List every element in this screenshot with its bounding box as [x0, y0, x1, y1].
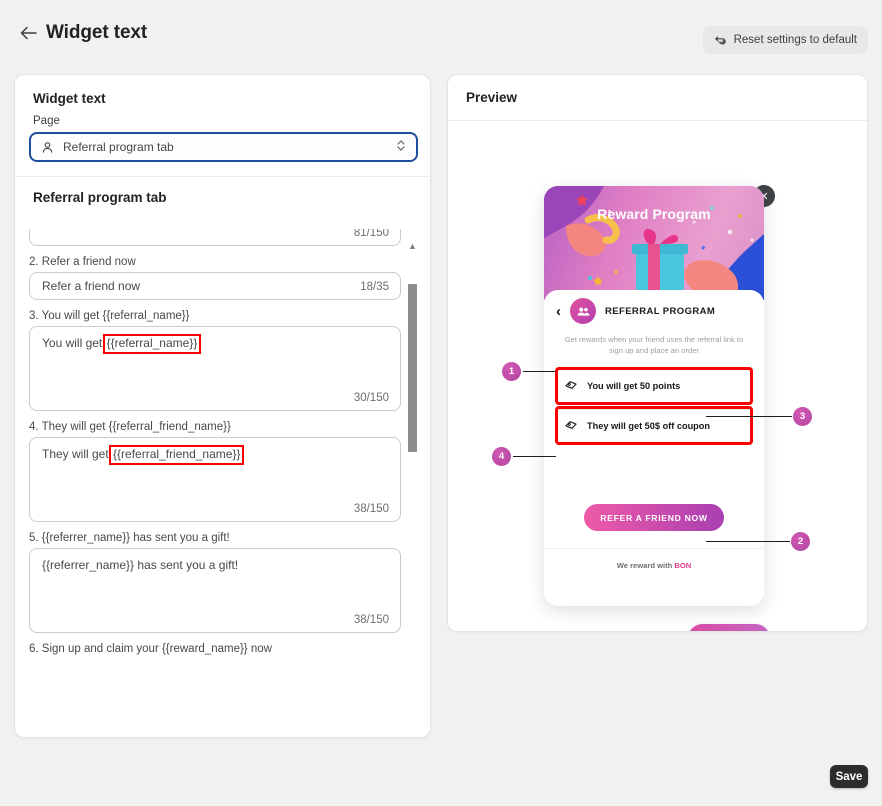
callout-leader-2: [706, 541, 790, 542]
field-4-counter: 38/150: [353, 503, 389, 515]
preview-heading: Preview: [448, 75, 867, 121]
refresh-icon: [714, 34, 727, 47]
reward-row-1: You will get 50 points: [555, 367, 753, 405]
field-3-input[interactable]: You will get {{referral_name}} 30/150: [29, 326, 401, 411]
banner-title: Reward Program: [597, 206, 711, 222]
person-icon: [41, 141, 54, 154]
preview-card: Preview ✕ Reward Program ‹ REFERRAL PROG…: [447, 74, 868, 632]
field-2-counter: 18/35: [360, 281, 389, 293]
widget-text-page: Widget text Reset settings to default Wi…: [0, 0, 882, 806]
widget-panel: ‹ REFERRAL PROGRAM Get rewards when your…: [544, 290, 764, 606]
field-3-counter: 30/150: [353, 392, 389, 404]
refer-a-friend-button[interactable]: REFER A FRIEND NOW: [584, 504, 724, 531]
preview-body: ✕ Reward Program ‹ REFERRAL PROGRAM Get …: [448, 121, 867, 631]
reward-row-2: They will get 50$ off coupon: [555, 406, 753, 445]
widget-title: REFERRAL PROGRAM: [605, 305, 716, 317]
field-5: 5. {{referrer_name}} has sent you a gift…: [29, 532, 401, 633]
fields-scroll-region[interactable]: 81/150 2. Refer a friend now Refer a fri…: [29, 229, 419, 737]
field-4-value-prefix: They will get: [42, 447, 113, 461]
callout-badge-4: 4: [492, 447, 511, 466]
reset-settings-button[interactable]: Reset settings to default: [702, 26, 868, 54]
back-arrow-icon[interactable]: [16, 21, 40, 45]
scroll-up-arrow-icon[interactable]: ▲: [408, 242, 417, 251]
field-1: 81/150: [29, 229, 401, 246]
top-bar: Widget text Reset settings to default: [0, 0, 882, 66]
field-3-label: 3. You will get {{referral_name}}: [29, 310, 190, 322]
tag-icon: [564, 378, 578, 394]
widget-footer-brand: BON: [674, 561, 692, 570]
chevron-left-icon[interactable]: ‹: [556, 303, 561, 320]
field-4: 4. They will get {{referral_friend_name}…: [29, 421, 401, 522]
field-4-highlighted-token: {{referral_friend_name}}: [109, 445, 245, 465]
field-6: 6. Sign up and claim your {{reward_name}…: [29, 643, 401, 655]
callout-leader-1: [523, 371, 556, 372]
reset-settings-label: Reset settings to default: [733, 34, 857, 46]
widget-footer-prefix: We reward with: [616, 561, 675, 570]
referral-widget: Reward Program ‹ REFERRAL PROGRAM Get re…: [544, 186, 764, 606]
callout-badge-3: 3: [793, 407, 812, 426]
field-5-value: {{referrer_name}} has sent you a gift!: [42, 558, 239, 572]
section-title: Referral program tab: [33, 190, 167, 205]
field-1-counter: 81/150: [353, 229, 389, 239]
page-select[interactable]: Referral program tab: [29, 132, 418, 162]
field-5-input[interactable]: {{referrer_name}} has sent you a gift! 3…: [29, 548, 401, 633]
field-4-label: 4. They will get {{referral_friend_name}…: [29, 421, 231, 433]
fields-scrollbar[interactable]: ▲ ▼: [406, 229, 419, 737]
widget-footer: We reward with BON: [544, 548, 764, 570]
field-3-highlighted-token: {{referral_name}}: [102, 334, 202, 354]
page-field-label: Page: [33, 115, 60, 127]
callout-badge-2: 2: [791, 532, 810, 551]
chevron-updown-icon: [396, 139, 406, 156]
field-2-value: Refer a friend now: [42, 279, 141, 293]
rewards-floating-button[interactable]: Rewards: [688, 624, 770, 631]
field-5-label: 5. {{referrer_name}} has sent you a gift…: [29, 532, 230, 544]
fields-list: 81/150 2. Refer a friend now Refer a fri…: [29, 229, 401, 665]
field-3-value-prefix: You will get: [42, 336, 106, 350]
group-people-icon: [699, 630, 713, 631]
page-title: Widget text: [46, 22, 148, 43]
field-2: 2. Refer a friend now Refer a friend now…: [29, 256, 401, 300]
field-4-input[interactable]: They will get {{referral_friend_name}} 3…: [29, 437, 401, 522]
callout-leader-4: [513, 456, 556, 457]
reward-row-1-text: You will get 50 points: [587, 381, 681, 391]
field-6-label: 6. Sign up and claim your {{reward_name}…: [29, 643, 272, 655]
callout-leader-3: [706, 416, 792, 417]
field-3: 3. You will get {{referral_name}} You wi…: [29, 310, 401, 411]
field-1-input[interactable]: 81/150: [29, 229, 401, 246]
widget-text-heading: Widget text: [33, 90, 106, 106]
callout-badge-1: 1: [502, 362, 521, 381]
field-5-counter: 38/150: [353, 614, 389, 626]
reward-row-2-text: They will get 50$ off coupon: [587, 421, 711, 431]
widget-banner: Reward Program: [544, 186, 764, 300]
widget-text-card: Widget text Page Referral program tab Re…: [14, 74, 431, 738]
tag-icon: [564, 418, 578, 434]
group-people-icon: [570, 298, 596, 324]
page-select-value: Referral program tab: [63, 140, 174, 154]
widget-panel-header: ‹ REFERRAL PROGRAM: [544, 290, 764, 332]
field-2-input[interactable]: Refer a friend now 18/35: [29, 272, 401, 300]
field-2-label: 2. Refer a friend now: [29, 256, 136, 268]
save-button[interactable]: Save: [830, 765, 868, 788]
page-select-wrapper: Referral program tab: [15, 132, 430, 162]
scrollbar-thumb[interactable]: [408, 284, 417, 452]
widget-subtitle: Get rewards when your friend uses the re…: [564, 335, 744, 355]
banner-illustration: [544, 186, 764, 300]
